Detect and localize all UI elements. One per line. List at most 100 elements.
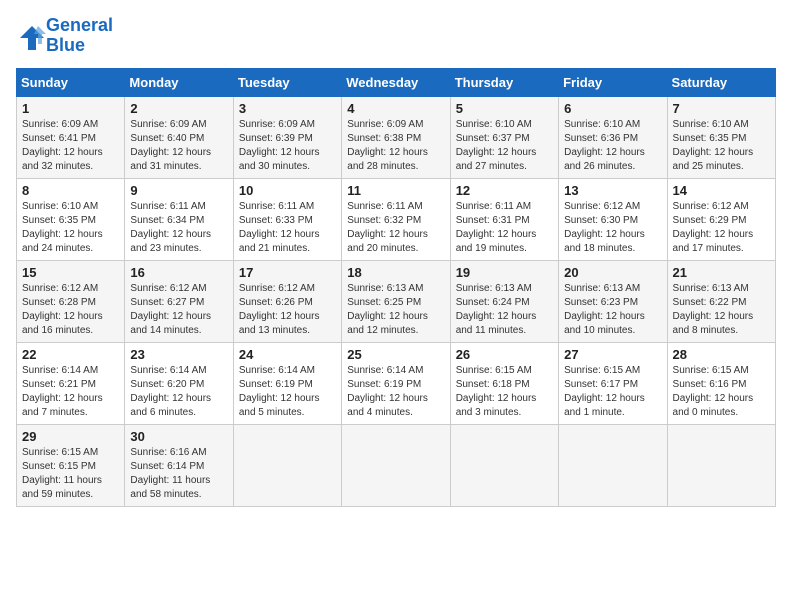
day-number: 27	[564, 347, 661, 362]
day-info: Sunrise: 6:14 AMSunset: 6:20 PMDaylight:…	[130, 365, 211, 418]
calendar-cell	[342, 424, 450, 506]
day-number: 15	[22, 265, 119, 280]
day-info: Sunrise: 6:10 AMSunset: 6:36 PMDaylight:…	[564, 119, 645, 172]
calendar-cell: 29 Sunrise: 6:15 AMSunset: 6:15 PMDaylig…	[17, 424, 125, 506]
calendar-cell: 17 Sunrise: 6:12 AMSunset: 6:26 PMDaylig…	[233, 260, 341, 342]
logo-text: General Blue	[46, 16, 113, 56]
day-number: 26	[456, 347, 553, 362]
day-number: 6	[564, 101, 661, 116]
day-number: 22	[22, 347, 119, 362]
calendar-cell: 18 Sunrise: 6:13 AMSunset: 6:25 PMDaylig…	[342, 260, 450, 342]
calendar-cell: 26 Sunrise: 6:15 AMSunset: 6:18 PMDaylig…	[450, 342, 558, 424]
day-number: 8	[22, 183, 119, 198]
calendar-cell: 24 Sunrise: 6:14 AMSunset: 6:19 PMDaylig…	[233, 342, 341, 424]
calendar-cell: 22 Sunrise: 6:14 AMSunset: 6:21 PMDaylig…	[17, 342, 125, 424]
day-info: Sunrise: 6:15 AMSunset: 6:15 PMDaylight:…	[22, 447, 102, 500]
day-number: 28	[673, 347, 770, 362]
calendar-cell: 8 Sunrise: 6:10 AMSunset: 6:35 PMDayligh…	[17, 178, 125, 260]
day-number: 9	[130, 183, 227, 198]
calendar-cell: 23 Sunrise: 6:14 AMSunset: 6:20 PMDaylig…	[125, 342, 233, 424]
day-number: 5	[456, 101, 553, 116]
calendar-cell: 12 Sunrise: 6:11 AMSunset: 6:31 PMDaylig…	[450, 178, 558, 260]
calendar-cell: 16 Sunrise: 6:12 AMSunset: 6:27 PMDaylig…	[125, 260, 233, 342]
day-info: Sunrise: 6:11 AMSunset: 6:34 PMDaylight:…	[130, 201, 211, 254]
calendar-cell: 7 Sunrise: 6:10 AMSunset: 6:35 PMDayligh…	[667, 96, 775, 178]
calendar-cell	[450, 424, 558, 506]
day-number: 4	[347, 101, 444, 116]
day-number: 25	[347, 347, 444, 362]
day-number: 2	[130, 101, 227, 116]
day-info: Sunrise: 6:12 AMSunset: 6:26 PMDaylight:…	[239, 283, 320, 336]
day-info: Sunrise: 6:14 AMSunset: 6:19 PMDaylight:…	[347, 365, 428, 418]
calendar-cell: 28 Sunrise: 6:15 AMSunset: 6:16 PMDaylig…	[667, 342, 775, 424]
day-info: Sunrise: 6:10 AMSunset: 6:37 PMDaylight:…	[456, 119, 537, 172]
day-info: Sunrise: 6:12 AMSunset: 6:28 PMDaylight:…	[22, 283, 103, 336]
day-info: Sunrise: 6:11 AMSunset: 6:33 PMDaylight:…	[239, 201, 320, 254]
calendar-cell: 14 Sunrise: 6:12 AMSunset: 6:29 PMDaylig…	[667, 178, 775, 260]
day-info: Sunrise: 6:15 AMSunset: 6:18 PMDaylight:…	[456, 365, 537, 418]
day-info: Sunrise: 6:11 AMSunset: 6:32 PMDaylight:…	[347, 201, 428, 254]
day-number: 19	[456, 265, 553, 280]
day-number: 12	[456, 183, 553, 198]
day-info: Sunrise: 6:15 AMSunset: 6:16 PMDaylight:…	[673, 365, 754, 418]
calendar-header-row: SundayMondayTuesdayWednesdayThursdayFrid…	[17, 68, 776, 96]
day-number: 18	[347, 265, 444, 280]
calendar-cell: 11 Sunrise: 6:11 AMSunset: 6:32 PMDaylig…	[342, 178, 450, 260]
day-number: 17	[239, 265, 336, 280]
calendar-table: SundayMondayTuesdayWednesdayThursdayFrid…	[16, 68, 776, 507]
weekday-header-saturday: Saturday	[667, 68, 775, 96]
logo-icon	[16, 22, 44, 50]
weekday-header-friday: Friday	[559, 68, 667, 96]
calendar-cell: 27 Sunrise: 6:15 AMSunset: 6:17 PMDaylig…	[559, 342, 667, 424]
calendar-cell: 13 Sunrise: 6:12 AMSunset: 6:30 PMDaylig…	[559, 178, 667, 260]
day-number: 3	[239, 101, 336, 116]
calendar-cell: 20 Sunrise: 6:13 AMSunset: 6:23 PMDaylig…	[559, 260, 667, 342]
calendar-cell: 25 Sunrise: 6:14 AMSunset: 6:19 PMDaylig…	[342, 342, 450, 424]
day-info: Sunrise: 6:16 AMSunset: 6:14 PMDaylight:…	[130, 447, 210, 500]
day-info: Sunrise: 6:15 AMSunset: 6:17 PMDaylight:…	[564, 365, 645, 418]
calendar-cell: 9 Sunrise: 6:11 AMSunset: 6:34 PMDayligh…	[125, 178, 233, 260]
day-info: Sunrise: 6:10 AMSunset: 6:35 PMDaylight:…	[673, 119, 754, 172]
day-info: Sunrise: 6:13 AMSunset: 6:23 PMDaylight:…	[564, 283, 645, 336]
day-number: 11	[347, 183, 444, 198]
calendar-cell: 2 Sunrise: 6:09 AMSunset: 6:40 PMDayligh…	[125, 96, 233, 178]
calendar-cell: 19 Sunrise: 6:13 AMSunset: 6:24 PMDaylig…	[450, 260, 558, 342]
page-header: General Blue	[16, 16, 776, 56]
calendar-cell: 10 Sunrise: 6:11 AMSunset: 6:33 PMDaylig…	[233, 178, 341, 260]
day-info: Sunrise: 6:14 AMSunset: 6:19 PMDaylight:…	[239, 365, 320, 418]
day-number: 1	[22, 101, 119, 116]
day-number: 20	[564, 265, 661, 280]
day-number: 13	[564, 183, 661, 198]
day-number: 29	[22, 429, 119, 444]
day-info: Sunrise: 6:12 AMSunset: 6:29 PMDaylight:…	[673, 201, 754, 254]
calendar-cell: 21 Sunrise: 6:13 AMSunset: 6:22 PMDaylig…	[667, 260, 775, 342]
day-number: 30	[130, 429, 227, 444]
weekday-header-sunday: Sunday	[17, 68, 125, 96]
calendar-cell	[233, 424, 341, 506]
day-info: Sunrise: 6:10 AMSunset: 6:35 PMDaylight:…	[22, 201, 103, 254]
day-info: Sunrise: 6:09 AMSunset: 6:40 PMDaylight:…	[130, 119, 211, 172]
calendar-cell: 30 Sunrise: 6:16 AMSunset: 6:14 PMDaylig…	[125, 424, 233, 506]
day-number: 14	[673, 183, 770, 198]
day-number: 16	[130, 265, 227, 280]
calendar-cell: 4 Sunrise: 6:09 AMSunset: 6:38 PMDayligh…	[342, 96, 450, 178]
weekday-header-tuesday: Tuesday	[233, 68, 341, 96]
day-number: 10	[239, 183, 336, 198]
day-number: 7	[673, 101, 770, 116]
weekday-header-monday: Monday	[125, 68, 233, 96]
calendar-cell: 3 Sunrise: 6:09 AMSunset: 6:39 PMDayligh…	[233, 96, 341, 178]
weekday-header-thursday: Thursday	[450, 68, 558, 96]
day-info: Sunrise: 6:12 AMSunset: 6:30 PMDaylight:…	[564, 201, 645, 254]
day-number: 23	[130, 347, 227, 362]
day-info: Sunrise: 6:12 AMSunset: 6:27 PMDaylight:…	[130, 283, 211, 336]
day-info: Sunrise: 6:13 AMSunset: 6:25 PMDaylight:…	[347, 283, 428, 336]
logo: General Blue	[16, 16, 113, 56]
day-info: Sunrise: 6:11 AMSunset: 6:31 PMDaylight:…	[456, 201, 537, 254]
weekday-header-wednesday: Wednesday	[342, 68, 450, 96]
day-info: Sunrise: 6:14 AMSunset: 6:21 PMDaylight:…	[22, 365, 103, 418]
day-info: Sunrise: 6:13 AMSunset: 6:22 PMDaylight:…	[673, 283, 754, 336]
day-info: Sunrise: 6:09 AMSunset: 6:41 PMDaylight:…	[22, 119, 103, 172]
day-number: 24	[239, 347, 336, 362]
day-info: Sunrise: 6:13 AMSunset: 6:24 PMDaylight:…	[456, 283, 537, 336]
calendar-cell	[559, 424, 667, 506]
